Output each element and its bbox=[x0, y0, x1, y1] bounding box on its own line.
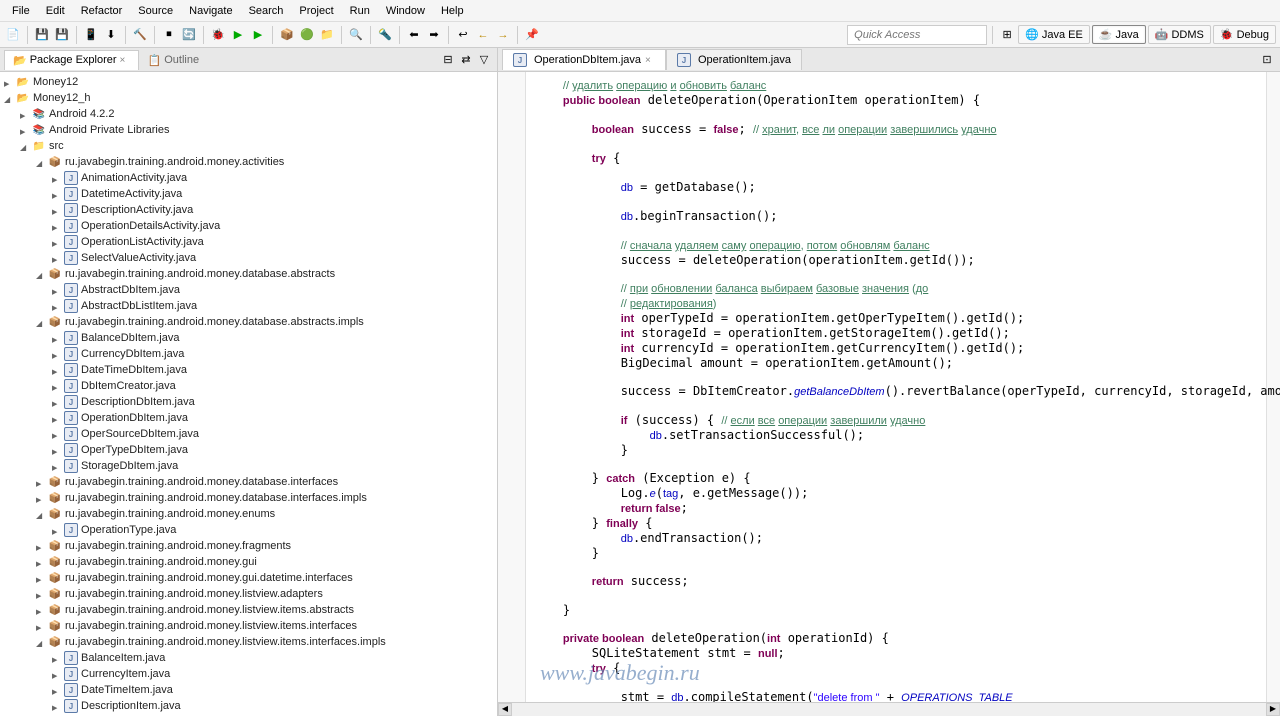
menu-edit[interactable]: Edit bbox=[38, 2, 73, 20]
package-listview-abstracts[interactable]: ru.javabegin.training.android.money.list… bbox=[2, 602, 495, 618]
package-enums[interactable]: ru.javabegin.training.android.money.enum… bbox=[2, 506, 495, 522]
tab-outline[interactable]: 📋 Outline bbox=[139, 50, 209, 70]
editor-gutter[interactable] bbox=[498, 72, 526, 702]
file-oplist[interactable]: OperationListActivity.java bbox=[2, 234, 495, 250]
package-gui-datetime[interactable]: ru.javabegin.training.android.money.gui.… bbox=[2, 570, 495, 586]
avd-icon[interactable]: ⬇ bbox=[102, 26, 120, 44]
editor-tab-operationitem[interactable]: OperationItem.java bbox=[666, 49, 802, 70]
horizontal-scrollbar[interactable]: ◀ ▶ bbox=[498, 702, 1280, 716]
package-db-interfaces-impls[interactable]: ru.javabegin.training.android.money.data… bbox=[2, 490, 495, 506]
open-perspective-icon[interactable]: ⊞ bbox=[998, 26, 1016, 44]
code-content[interactable]: // удалить операцию и обновить баланс pu… bbox=[526, 72, 1266, 702]
collapse-all-icon[interactable]: ⊟ bbox=[439, 51, 457, 69]
package-explorer-view: 📂 Package Explorer × 📋 Outline ⊟ ⇄ ▽ Mon… bbox=[0, 48, 498, 716]
package-listview-interfaces[interactable]: ru.javabegin.training.android.money.list… bbox=[2, 618, 495, 634]
file-datetime[interactable]: DatetimeActivity.java bbox=[2, 186, 495, 202]
perspective-debug[interactable]: 🐞Debug bbox=[1213, 25, 1276, 44]
file-descdb[interactable]: DescriptionDbItem.java bbox=[2, 394, 495, 410]
fwd-nav-icon[interactable]: → bbox=[494, 26, 512, 44]
file-selectvalue[interactable]: SelectValueActivity.java bbox=[2, 250, 495, 266]
menu-file[interactable]: File bbox=[4, 2, 38, 20]
new-pkg-icon[interactable]: 📦 bbox=[278, 26, 296, 44]
package-listview-adapters[interactable]: ru.javabegin.training.android.money.list… bbox=[2, 586, 495, 602]
pin-icon[interactable]: 📌 bbox=[523, 26, 541, 44]
perspective-java[interactable]: ☕Java bbox=[1092, 25, 1146, 44]
main-toolbar: 📄 💾 💾 📱 ⬇ 🔨 ⏹ 🔄 🐞 ▶ ▶ 📦 🟢 📁 🔍 🔦 ⬅ ➡ ↩ ← … bbox=[0, 22, 1280, 48]
run-icon[interactable]: ▶ bbox=[229, 26, 247, 44]
quick-access-input[interactable] bbox=[847, 25, 987, 45]
file-currency[interactable]: CurrencyDbItem.java bbox=[2, 346, 495, 362]
file-description[interactable]: DescriptionActivity.java bbox=[2, 202, 495, 218]
refresh-icon[interactable]: 🔄 bbox=[180, 26, 198, 44]
prev-ann-icon[interactable]: ⬅ bbox=[405, 26, 423, 44]
back-nav-icon[interactable]: ← bbox=[474, 26, 492, 44]
file-balanceitem[interactable]: BalanceItem.java bbox=[2, 650, 495, 666]
file-absdb[interactable]: AbstractDbItem.java bbox=[2, 282, 495, 298]
code-editor[interactable]: // удалить операцию и обновить баланс pu… bbox=[498, 72, 1280, 702]
file-absdblist[interactable]: AbstractDbListItem.java bbox=[2, 298, 495, 314]
menu-window[interactable]: Window bbox=[378, 2, 433, 20]
file-datetimedb[interactable]: DateTimeDbItem.java bbox=[2, 362, 495, 378]
file-animation[interactable]: AnimationActivity.java bbox=[2, 170, 495, 186]
device-icon[interactable]: 📱 bbox=[82, 26, 100, 44]
file-opertype[interactable]: OperTypeDbItem.java bbox=[2, 442, 495, 458]
package-db-impls[interactable]: ru.javabegin.training.android.money.data… bbox=[2, 314, 495, 330]
project-money12h[interactable]: Money12_h bbox=[2, 90, 495, 106]
save-all-icon[interactable]: 💾 bbox=[53, 26, 71, 44]
new-class-icon[interactable]: 🟢 bbox=[298, 26, 316, 44]
next-ann-icon[interactable]: ➡ bbox=[425, 26, 443, 44]
perspective-ddms[interactable]: 🤖DDMS bbox=[1148, 25, 1211, 44]
tab-package-explorer[interactable]: 📂 Package Explorer × bbox=[4, 50, 139, 70]
menu-source[interactable]: Source bbox=[130, 2, 181, 20]
menu-help[interactable]: Help bbox=[433, 2, 472, 20]
build-icon[interactable]: 🔨 bbox=[131, 26, 149, 44]
file-operationdb[interactable]: OperationDbItem.java bbox=[2, 410, 495, 426]
package-fragments[interactable]: ru.javabegin.training.android.money.frag… bbox=[2, 538, 495, 554]
editor-area: OperationDbItem.java× OperationItem.java… bbox=[498, 48, 1280, 716]
file-datetimeitem[interactable]: DateTimeItem.java bbox=[2, 682, 495, 698]
menu-navigate[interactable]: Navigate bbox=[181, 2, 240, 20]
scroll-left-icon[interactable]: ◀ bbox=[498, 703, 512, 716]
menu-refactor[interactable]: Refactor bbox=[73, 2, 131, 20]
last-edit-icon[interactable]: ↩ bbox=[454, 26, 472, 44]
save-icon[interactable]: 💾 bbox=[33, 26, 51, 44]
package-db-interfaces[interactable]: ru.javabegin.training.android.money.data… bbox=[2, 474, 495, 490]
package-gui[interactable]: ru.javabegin.training.android.money.gui bbox=[2, 554, 495, 570]
package-db-abstracts[interactable]: ru.javabegin.training.android.money.data… bbox=[2, 266, 495, 282]
new-folder-icon[interactable]: 📁 bbox=[318, 26, 336, 44]
run-ext-icon[interactable]: ▶ bbox=[249, 26, 267, 44]
file-currencyitem[interactable]: CurrencyItem.java bbox=[2, 666, 495, 682]
package-listview-interfaces-impls[interactable]: ru.javabegin.training.android.money.list… bbox=[2, 634, 495, 650]
maximize-icon[interactable]: ⊡ bbox=[1258, 51, 1276, 69]
file-descriptionitem[interactable]: DescriptionItem.java bbox=[2, 698, 495, 714]
link-editor-icon[interactable]: ⇄ bbox=[457, 51, 475, 69]
folder-src[interactable]: src bbox=[2, 138, 495, 154]
scroll-right-icon[interactable]: ▶ bbox=[1266, 703, 1280, 716]
new-icon[interactable]: 📄 bbox=[4, 26, 22, 44]
file-opdetails[interactable]: OperationDetailsActivity.java bbox=[2, 218, 495, 234]
menu-bar: File Edit Refactor Source Navigate Searc… bbox=[0, 0, 1280, 22]
stop-icon[interactable]: ⏹ bbox=[160, 26, 178, 44]
menu-project[interactable]: Project bbox=[291, 2, 341, 20]
package-activities[interactable]: ru.javabegin.training.android.money.acti… bbox=[2, 154, 495, 170]
close-icon[interactable]: × bbox=[120, 55, 130, 65]
lib-private[interactable]: Android Private Libraries bbox=[2, 122, 495, 138]
debug-icon[interactable]: 🐞 bbox=[209, 26, 227, 44]
package-tree[interactable]: Money12 Money12_h Android 4.2.2 Android … bbox=[0, 72, 497, 716]
perspective-javaee[interactable]: 🌐Java EE bbox=[1018, 25, 1090, 44]
file-storage[interactable]: StorageDbItem.java bbox=[2, 458, 495, 474]
lib-android[interactable]: Android 4.2.2 bbox=[2, 106, 495, 122]
project-money12[interactable]: Money12 bbox=[2, 74, 495, 90]
file-operationtype[interactable]: OperationType.java bbox=[2, 522, 495, 538]
file-opersource[interactable]: OperSourceDbItem.java bbox=[2, 426, 495, 442]
open-type-icon[interactable]: 🔍 bbox=[347, 26, 365, 44]
search-icon[interactable]: 🔦 bbox=[376, 26, 394, 44]
file-balance[interactable]: BalanceDbItem.java bbox=[2, 330, 495, 346]
view-menu-icon[interactable]: ▽ bbox=[475, 51, 493, 69]
close-icon[interactable]: × bbox=[645, 55, 655, 65]
editor-tab-operationdb[interactable]: OperationDbItem.java× bbox=[502, 49, 666, 70]
menu-run[interactable]: Run bbox=[342, 2, 378, 20]
menu-search[interactable]: Search bbox=[241, 2, 292, 20]
file-dbcreator[interactable]: DbItemCreator.java bbox=[2, 378, 495, 394]
